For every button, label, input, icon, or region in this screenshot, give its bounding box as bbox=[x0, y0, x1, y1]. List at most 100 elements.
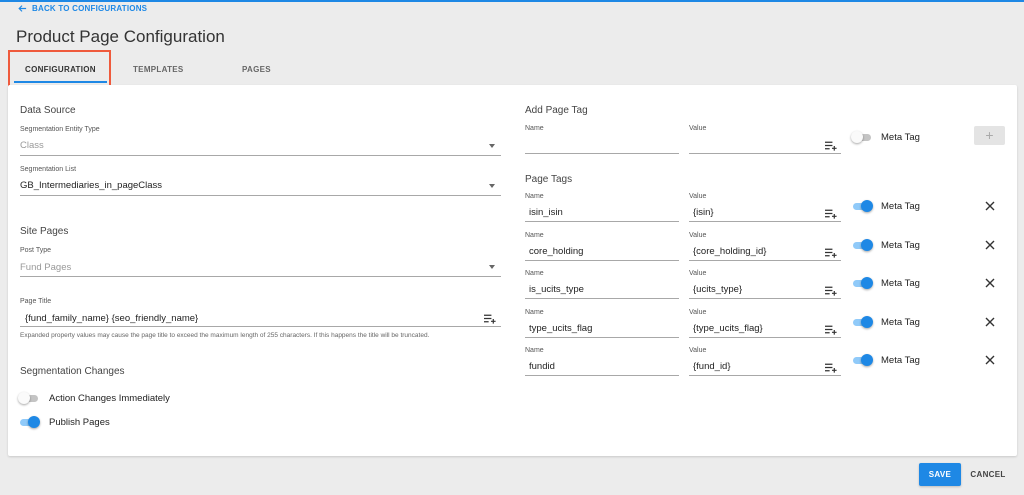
tag-meta-toggle[interactable] bbox=[851, 277, 873, 289]
playlist-add-icon[interactable] bbox=[825, 141, 838, 151]
playlist-add-icon[interactable] bbox=[825, 209, 838, 219]
back-link-label: BACK TO CONFIGURATIONS bbox=[32, 4, 148, 13]
close-icon[interactable] bbox=[985, 240, 995, 250]
new-tag-meta-toggle[interactable] bbox=[851, 131, 873, 143]
tag-name-label: Name bbox=[525, 347, 544, 354]
toggle-thumb bbox=[861, 354, 873, 366]
tag-meta-toggle[interactable] bbox=[851, 238, 873, 251]
tag-name-label: Name bbox=[525, 270, 544, 277]
page-title-label: Page Title bbox=[20, 298, 52, 305]
post-type-label: Post Type bbox=[20, 247, 52, 254]
configuration-card: Data Source Segmentation Entity Type Cla… bbox=[8, 85, 1017, 456]
tag-name-input[interactable]: type_ucits_flag bbox=[529, 323, 592, 334]
tag-value-underline bbox=[689, 375, 841, 376]
tag-value-input[interactable]: {fund_id} bbox=[693, 361, 731, 372]
toggle-thumb bbox=[861, 200, 873, 212]
tag-name-input[interactable]: is_ucits_type bbox=[529, 284, 584, 295]
tag-meta-label: Meta Tag bbox=[881, 355, 920, 366]
page-title-hint: Expanded property values may cause the p… bbox=[20, 332, 430, 339]
playlist-add-icon[interactable] bbox=[825, 325, 838, 335]
entity-type-underline bbox=[20, 155, 501, 156]
add-tag-button[interactable]: + bbox=[974, 126, 1005, 145]
segmentation-list-underline bbox=[20, 195, 501, 196]
save-button[interactable]: SAVE bbox=[919, 463, 961, 486]
page-tags-heading: Page Tags bbox=[525, 174, 573, 185]
toggle-thumb bbox=[851, 131, 863, 143]
add-page-tag-heading: Add Page Tag bbox=[525, 105, 588, 116]
tag-meta-label: Meta Tag bbox=[881, 278, 920, 289]
tag-value-input[interactable]: {core_holding_id} bbox=[693, 246, 766, 257]
close-icon[interactable] bbox=[985, 278, 995, 288]
playlist-add-icon[interactable] bbox=[484, 314, 497, 324]
close-icon[interactable] bbox=[985, 201, 995, 211]
action-changes-label: Action Changes Immediately bbox=[49, 393, 170, 404]
page-title: Product Page Configuration bbox=[16, 27, 225, 46]
publish-pages-toggle[interactable] bbox=[18, 416, 40, 428]
tag-meta-toggle[interactable] bbox=[851, 354, 873, 366]
playlist-add-icon[interactable] bbox=[825, 248, 838, 258]
tag-meta-toggle[interactable] bbox=[851, 315, 873, 328]
tag-value-label: Value bbox=[689, 193, 707, 200]
tag-value-underline bbox=[689, 336, 841, 338]
tag-name-underline bbox=[525, 259, 679, 261]
tag-name-underline bbox=[525, 221, 679, 222]
new-tag-value-underline bbox=[689, 153, 841, 154]
tag-value-input[interactable]: {type_ucits_flag} bbox=[693, 323, 763, 334]
close-icon[interactable] bbox=[985, 317, 995, 327]
entity-type-select[interactable]: Class bbox=[20, 140, 44, 151]
chevron-down-icon[interactable] bbox=[489, 144, 495, 148]
tag-value-underline bbox=[689, 259, 841, 261]
new-tag-value-label: Value bbox=[689, 125, 707, 132]
new-tag-name-underline bbox=[525, 153, 679, 154]
action-changes-toggle[interactable] bbox=[18, 392, 40, 404]
chevron-down-icon[interactable] bbox=[489, 265, 495, 269]
tag-value-input[interactable]: {isin} bbox=[693, 207, 714, 218]
tag-name-label: Name bbox=[525, 193, 544, 200]
page-title-underline bbox=[20, 326, 501, 327]
tag-value-label: Value bbox=[689, 347, 707, 354]
tag-meta-label: Meta Tag bbox=[881, 316, 920, 328]
tag-value-label: Value bbox=[689, 308, 707, 316]
tag-name-input[interactable]: fundid bbox=[529, 361, 555, 372]
tag-meta-label: Meta Tag bbox=[881, 239, 920, 251]
publish-pages-label: Publish Pages bbox=[49, 417, 110, 428]
tag-name-label: Name bbox=[525, 308, 544, 316]
close-icon[interactable] bbox=[985, 355, 995, 365]
toggle-thumb bbox=[18, 392, 30, 404]
tag-name-underline bbox=[525, 375, 679, 376]
tag-value-underline bbox=[689, 221, 841, 222]
page-title-input[interactable]: {fund_family_name} {seo_friendly_name} bbox=[25, 313, 198, 324]
new-tag-meta-label: Meta Tag bbox=[881, 132, 920, 143]
segmentation-list-select[interactable]: GB_Intermediaries_in_pageClass bbox=[20, 180, 162, 191]
cancel-button[interactable]: CANCEL bbox=[967, 463, 1009, 486]
tag-name-label: Name bbox=[525, 231, 544, 239]
tag-name-input[interactable]: isin_isin bbox=[529, 207, 563, 218]
toggle-thumb bbox=[28, 416, 40, 428]
site-pages-heading: Site Pages bbox=[20, 226, 69, 237]
tab-templates[interactable]: TEMPLATES bbox=[133, 65, 184, 74]
chevron-down-icon[interactable] bbox=[489, 184, 495, 188]
tag-meta-toggle[interactable] bbox=[851, 200, 873, 212]
entity-type-label: Segmentation Entity Type bbox=[20, 126, 100, 133]
post-type-select[interactable]: Fund Pages bbox=[20, 262, 71, 273]
arrow-left-icon bbox=[18, 5, 27, 12]
toggle-thumb bbox=[861, 238, 873, 251]
tag-value-label: Value bbox=[689, 270, 707, 277]
top-accent-line bbox=[0, 0, 1024, 2]
tag-name-underline bbox=[525, 336, 679, 338]
tag-value-input[interactable]: {ucits_type} bbox=[693, 284, 742, 295]
tag-name-input[interactable]: core_holding bbox=[529, 246, 583, 257]
tab-pages[interactable]: PAGES bbox=[242, 65, 271, 74]
back-to-configurations-link[interactable]: BACK TO CONFIGURATIONS bbox=[18, 4, 147, 13]
tag-meta-label: Meta Tag bbox=[881, 201, 920, 212]
data-source-heading: Data Source bbox=[20, 105, 76, 116]
segmentation-changes-heading: Segmentation Changes bbox=[20, 366, 125, 377]
segmentation-list-label: Segmentation List bbox=[20, 166, 77, 173]
playlist-add-icon[interactable] bbox=[825, 286, 838, 296]
tag-value-label: Value bbox=[689, 231, 707, 239]
toggle-thumb bbox=[861, 315, 873, 328]
new-tag-name-label: Name bbox=[525, 125, 544, 132]
playlist-add-icon[interactable] bbox=[825, 363, 838, 373]
tag-value-underline bbox=[689, 298, 841, 299]
toggle-thumb bbox=[861, 277, 873, 289]
